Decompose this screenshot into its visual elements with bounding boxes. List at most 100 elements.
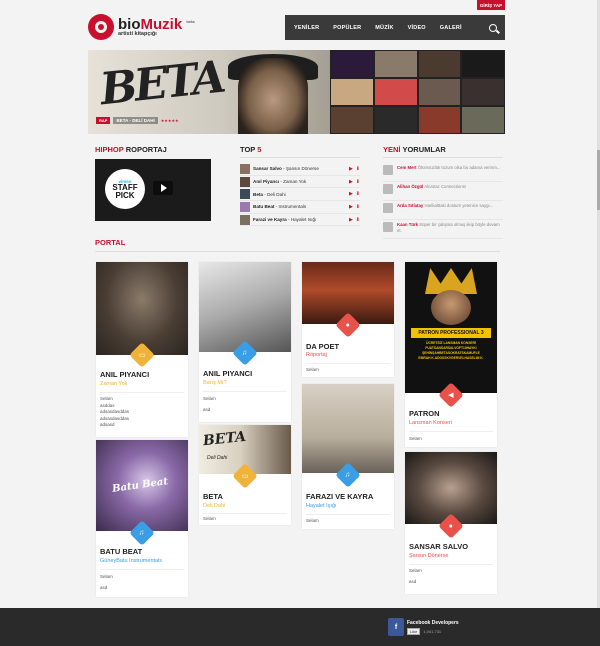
main-nav: YENİLER POPÜLER MÜZİK VİDEO GALERİ (285, 15, 505, 40)
card-title[interactable]: ANIL PIYANCI (100, 370, 149, 379)
card-body: Selam (306, 367, 319, 372)
search-icon[interactable] (489, 23, 497, 32)
card-title[interactable]: BATU BEAT (100, 547, 142, 556)
avatar (383, 165, 393, 175)
list-item[interactable]: Anıl Piyancı - Zaman Yok ▶ ⬇ (240, 176, 360, 189)
section-title: YENİ YORUMLAR (383, 145, 446, 154)
like-count: 1,041,731 (423, 628, 442, 634)
list-item[interactable]: Sansar Salvo - Şansın Dönerse ▶ ⬇ (240, 163, 360, 176)
play-icon[interactable]: ▶ (349, 166, 353, 172)
card-title[interactable]: FARAZI VE KAYRA (306, 492, 373, 501)
comments-section: YENİ YORUMLAR Cem Mert Ölümsüzlük tozum … (383, 145, 503, 239)
hero-portrait (238, 58, 308, 134)
comment-item[interactable]: Arda Sıtlatay Harikalttaki dostum yeteni… (383, 201, 503, 220)
hero-thumb[interactable] (373, 106, 418, 134)
hero-caption: RAP BETA - DELİ DAHİ ★★★★★ (96, 117, 179, 124)
comment-item[interactable]: Kaan Türk Süper bir çalışma olmuş ileip … (383, 220, 503, 239)
portal-card[interactable]: ♫ ANIL PIYANCI Barış Mı? Selam asd (199, 262, 291, 422)
like-button[interactable]: Like (407, 627, 421, 635)
hero-genre-tag: RAP (96, 117, 111, 124)
logo-mark (88, 14, 114, 40)
hero-thumb[interactable] (417, 78, 462, 106)
card-art-text: BETA (202, 428, 247, 450)
comment-item[interactable]: Cem Mert Ölümsüzlük tozum olsa bu adama … (383, 163, 503, 182)
hero-thumb[interactable] (373, 78, 418, 106)
top5-section: TOP 5 Sansar Salvo - Şansın Dönerse ▶ ⬇ A… (240, 145, 360, 227)
card-subtitle[interactable]: Zaman Yok (100, 381, 128, 387)
download-icon[interactable]: ⬇ (356, 179, 360, 185)
card-subtitle[interactable]: Şansın Dönerse (409, 553, 448, 559)
card-title[interactable]: PATRON (409, 409, 440, 418)
portal-card[interactable]: ● SANSAR SALVO Şansın Dönerse Selam asd (405, 452, 497, 594)
video-player[interactable]: vimeo STAFF PICK (95, 159, 211, 221)
site-logo[interactable]: bioMuzik beta artisti kitapçığı (88, 14, 195, 40)
card-subtitle[interactable]: Hayalet Işığı (306, 503, 337, 509)
card-body: Selam asddas adsasdasddas adsasdasddas a… (100, 396, 130, 428)
hero-thumb[interactable] (330, 50, 374, 78)
card-subtitle[interactable]: Deli Dahi (203, 503, 225, 509)
hero-thumb[interactable] (330, 78, 374, 106)
portal-card[interactable]: ● DA POET Röportaj Selam (302, 262, 394, 377)
hero-title[interactable]: BETA - DELİ DAHİ (113, 117, 158, 124)
login-button[interactable]: GİRİŞ YAP (477, 0, 505, 10)
hero-thumb[interactable] (461, 78, 505, 106)
poster-title: PATRON PROFESSIONAL 3 (411, 328, 491, 338)
download-icon[interactable]: ⬇ (356, 204, 360, 210)
hero-thumb[interactable] (417, 50, 462, 78)
poster-lines: ÜCRETSİZ LANSMAN KONSERİ FUATSANSARSALVO… (418, 341, 484, 360)
facebook-icon[interactable]: f (388, 618, 404, 636)
hero-thumb[interactable] (330, 106, 374, 134)
card-title[interactable]: SANSAR SALVO (409, 542, 468, 551)
nav-item-yeniler[interactable]: YENİLER (285, 25, 326, 31)
portal-card[interactable]: PATRON PROFESSIONAL 3 ÜCRETSİZ LANSMAN K… (405, 262, 497, 447)
portal-card[interactable]: ▭ ANIL PIYANCI Zaman Yok Selam asddas ad… (96, 262, 188, 437)
play-icon[interactable]: ▶ (349, 179, 353, 185)
list-item[interactable]: Batu Beat - Instrumentals ▶ ⬇ (240, 201, 360, 214)
download-icon[interactable]: ⬇ (356, 166, 360, 172)
avatar (383, 222, 393, 232)
play-icon[interactable]: ▶ (349, 217, 353, 223)
play-icon[interactable] (153, 181, 173, 195)
portal-card[interactable]: BETA Deli Dahi ▭ BETA Deli Dahi Selam (199, 425, 291, 525)
card-image (302, 384, 394, 473)
list-item[interactable]: Beta - Deli Dahi ▶ ⬇ (240, 188, 360, 202)
nav-item-populer[interactable]: POPÜLER (326, 25, 368, 31)
hero-thumb[interactable] (373, 50, 418, 78)
card-body: Selam asd (203, 396, 216, 412)
card-title[interactable]: BETA (203, 492, 223, 501)
hero-thumb[interactable] (461, 50, 505, 78)
hero-thumb[interactable] (417, 106, 462, 134)
hero-thumbnails (330, 50, 505, 134)
section-title: PORTAL (95, 238, 126, 247)
portal-card[interactable]: Batu Beat ♫ BATU BEAT GüneyBatu Instrume… (96, 440, 188, 597)
card-subtitle[interactable]: Lansman Konseri (409, 420, 452, 426)
card-subtitle[interactable]: Barış Mı? (203, 380, 227, 386)
card-subtitle[interactable]: GüneyBatu Instrumentals (100, 558, 162, 564)
download-icon[interactable]: ⬇ (356, 217, 360, 223)
section-title: TOP 5 (240, 145, 262, 154)
hero-thumb[interactable] (461, 106, 505, 134)
track-thumbnail (240, 176, 250, 187)
section-title: HIPHOP ROPORTAJ (95, 145, 167, 154)
avatar (383, 184, 393, 194)
card-image: PATRON PROFESSIONAL 3 ÜCRETSİZ LANSMAN K… (405, 262, 497, 393)
card-title[interactable]: ANIL PIYANCI (203, 369, 252, 378)
download-icon[interactable]: ⬇ (356, 191, 360, 197)
comment-item[interactable]: Alihan Özgül Alcatraz Connections! (383, 182, 503, 201)
card-body: Selam asd (409, 568, 422, 584)
card-title[interactable]: DA POET (306, 342, 339, 351)
card-image (199, 262, 291, 352)
card-subtitle[interactable]: Röportaj (306, 352, 327, 358)
nav-item-muzik[interactable]: MÜZİK (368, 25, 400, 31)
list-item[interactable]: Farazi ve Kayra - Hayalet Isığı ▶ ⬇ (240, 214, 360, 227)
footer (0, 608, 600, 646)
portal-card[interactable]: ♫ FARAZI VE KAYRA Hayalet Işığı Selam (302, 384, 394, 529)
card-image: Batu Beat (96, 440, 188, 531)
card-body: Selam asd (100, 574, 113, 590)
rating-stars: ★★★★★ (160, 118, 179, 123)
nav-item-video[interactable]: VİDEO (401, 25, 433, 31)
facebook-page-name[interactable]: Facebook Developers (407, 620, 459, 626)
play-icon[interactable]: ▶ (349, 191, 353, 197)
nav-item-galeri[interactable]: GALERİ (433, 25, 469, 31)
play-icon[interactable]: ▶ (349, 204, 353, 210)
